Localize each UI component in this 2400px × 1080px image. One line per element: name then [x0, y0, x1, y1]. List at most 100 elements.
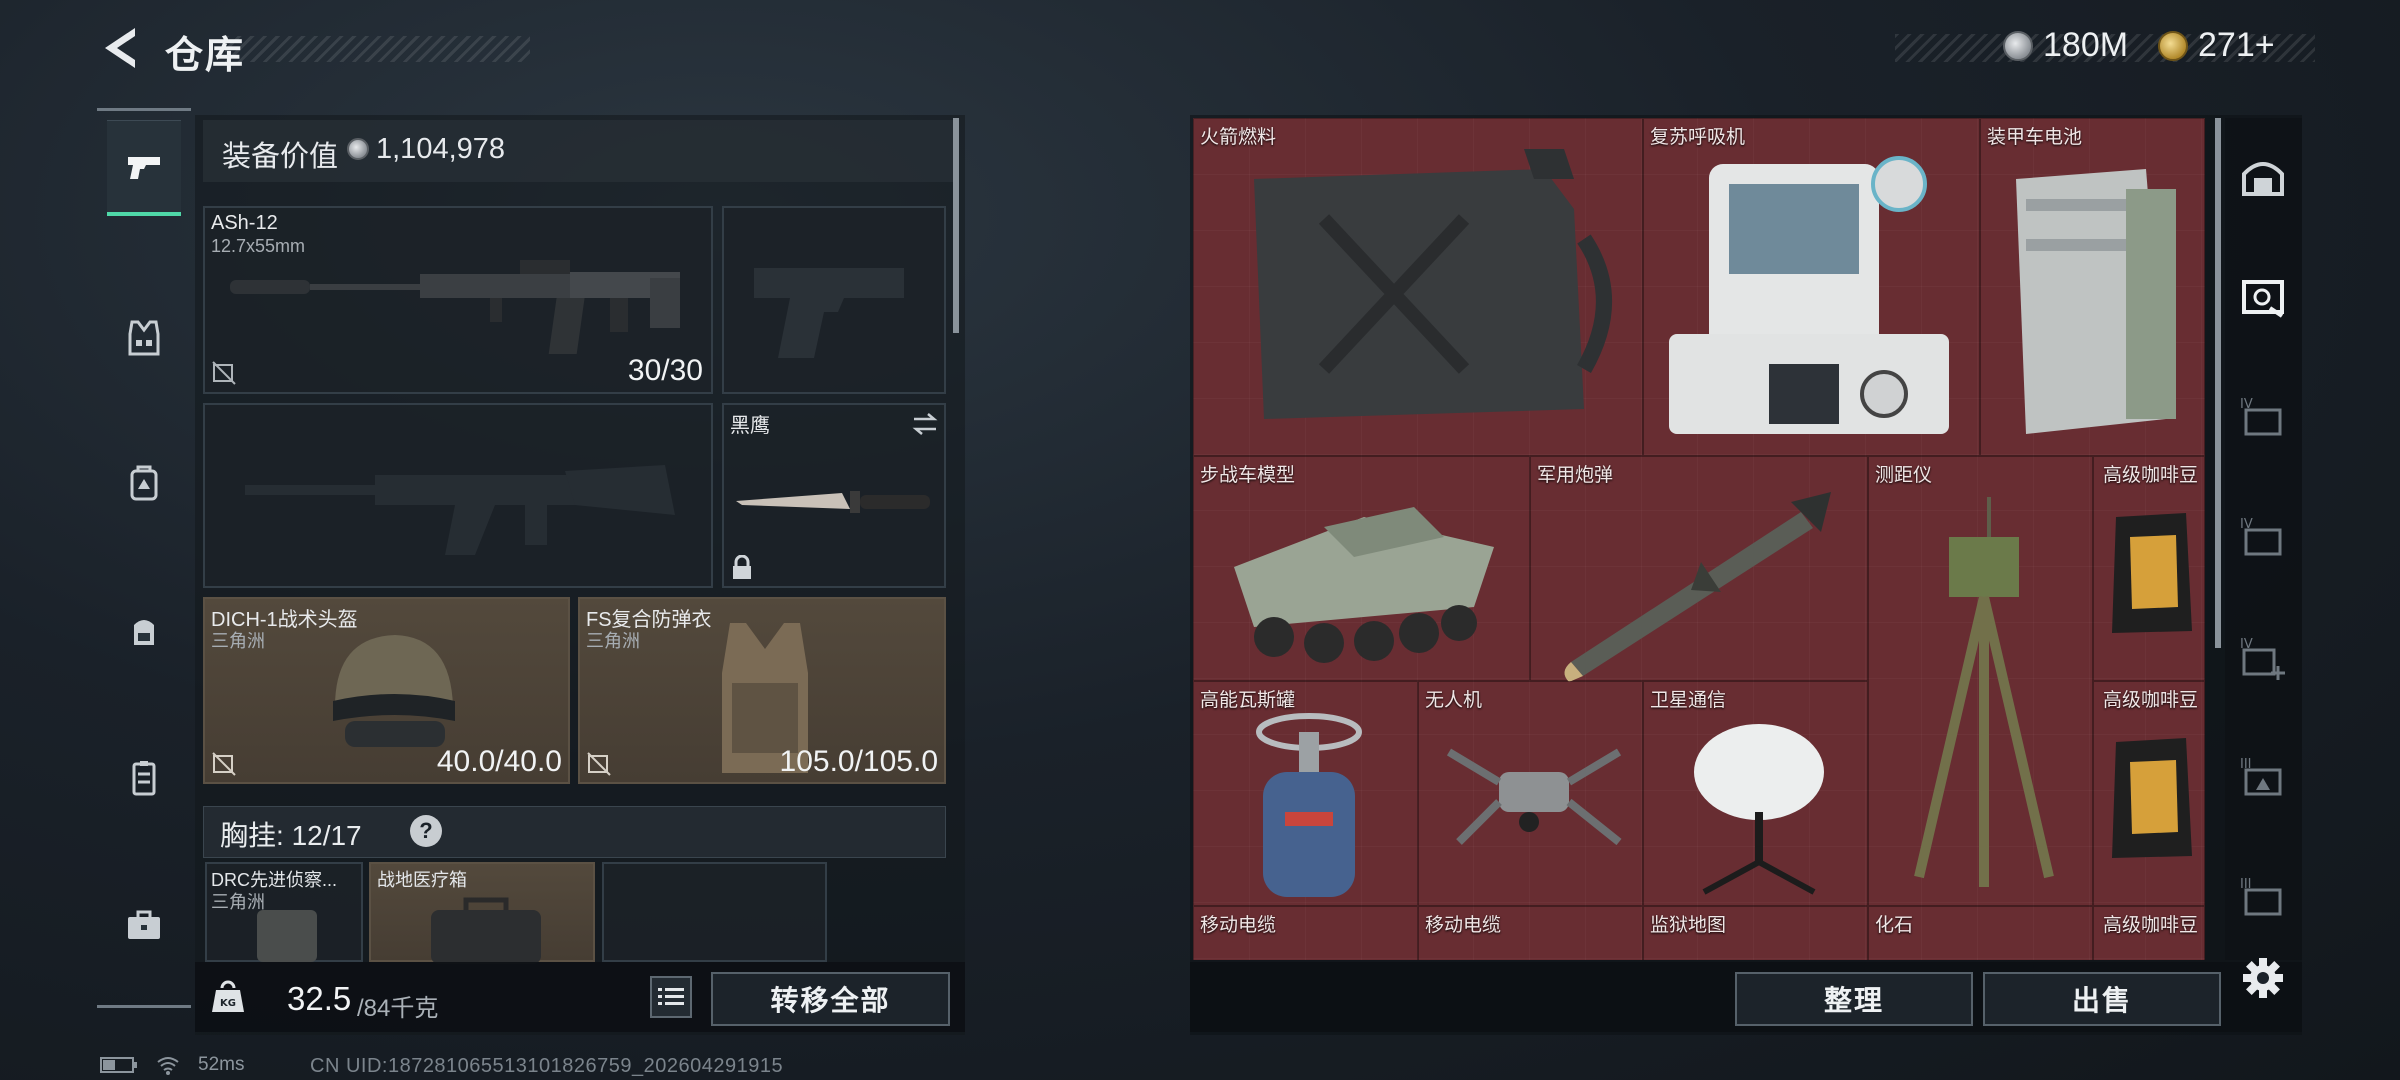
rig-empty-slot[interactable] [602, 862, 827, 962]
container-iv-icon-1: IV [2240, 397, 2282, 436]
chest-rig-label: 胸挂: 12/17 [220, 814, 362, 854]
loadout-scrollbar[interactable] [953, 118, 959, 333]
nav-weapons[interactable] [107, 120, 181, 216]
equip-value-label: 装备价值 [222, 141, 339, 173]
primary-weapon-ammo: 30/30 [627, 354, 703, 387]
gold-currency-value: 271+ [2198, 26, 2275, 64]
list-view-button[interactable] [650, 976, 692, 1018]
nav-backpack[interactable] [107, 583, 181, 679]
no-modify-icon [212, 361, 236, 385]
rangefinder-icon [1914, 497, 2054, 887]
medical-kit-icon [431, 897, 541, 964]
melee-name: 黑鹰 [730, 415, 770, 437]
silver-currency[interactable]: 180M [2003, 26, 2128, 65]
helmet-map: 三角洲 [211, 631, 265, 651]
chest-rig-capacity: 12/17 [291, 820, 362, 851]
warehouse-item[interactable]: 高级咖啡豆 [2093, 681, 2205, 906]
back-arrow-icon[interactable] [95, 22, 147, 74]
warehouse-item[interactable]: 步战车模型 [1193, 456, 1530, 681]
player-uid: CN UID:18728106551310182675​9_2026042919… [310, 1055, 784, 1077]
backpack-rig-icon [130, 465, 158, 501]
pistol-placeholder-icon [754, 268, 904, 358]
silver-coin-icon [2003, 30, 2033, 61]
warehouse-item[interactable]: 火箭燃料 [1193, 118, 1643, 456]
settings-gear-icon[interactable] [2235, 950, 2291, 1006]
title-decoration [225, 36, 530, 62]
missile-icon [1564, 492, 1831, 682]
melee-slot[interactable]: 黑鹰 [722, 403, 946, 588]
transfer-all-button[interactable]: 转移全部 [711, 972, 950, 1026]
chest-rig-title: 胸挂: [220, 820, 284, 851]
warehouse-item[interactable]: 高级咖啡豆 [2093, 456, 2205, 681]
knife-icon [736, 491, 930, 513]
container-iii-icon-1: III [2240, 757, 2282, 796]
warehouse-scrollbar[interactable] [2215, 118, 2221, 648]
nav-toolbox[interactable] [107, 877, 181, 973]
nav-safe-box[interactable] [2232, 266, 2294, 328]
rig-item-name: 战地医疗箱 [377, 870, 467, 890]
warehouse-item[interactable]: 移动电缆 [1193, 906, 1418, 960]
warehouse-item[interactable]: 高级咖啡豆 [2093, 906, 2205, 960]
warehouse-item[interactable]: 化石 [1868, 906, 2093, 960]
drone-icon [1446, 748, 1622, 846]
swap-icon[interactable] [910, 411, 940, 437]
safe-box-icon [2242, 280, 2284, 318]
primary-weapon-slot[interactable]: ASh-12 12.7x55mm 30/30 [203, 206, 713, 394]
pistol-icon [128, 156, 160, 179]
silver-currency-value: 180M [2043, 26, 2129, 64]
weight-current: 32.5 [287, 980, 352, 1017]
warehouse-item[interactable]: 军用炮弹 [1530, 456, 1868, 682]
rifle-placeholder-icon [245, 465, 675, 555]
ventilator-icon [1669, 156, 1949, 434]
warehouse-item[interactable]: 移动电缆 [1418, 906, 1643, 960]
left-nav-bottom-divider [97, 1005, 191, 1008]
battery-icon [2016, 169, 2176, 434]
nav-case[interactable] [107, 730, 181, 826]
container-iii-icon-2: III [2240, 877, 2282, 916]
lock-icon [733, 555, 751, 579]
item-name: 监狱地图 [1650, 915, 1727, 936]
rig-item-slot-1[interactable]: DRC先进侦察... 三角洲 [205, 862, 363, 962]
sort-button[interactable]: 整理 [1735, 972, 1973, 1026]
backpack-icon [134, 620, 154, 645]
armor-map: 三角洲 [586, 631, 640, 651]
secondary-weapon-slot[interactable] [722, 206, 946, 394]
nav-armor[interactable] [107, 290, 181, 386]
gold-currency[interactable]: 271+ [2158, 26, 2275, 65]
gold-coin-icon [2158, 30, 2188, 61]
sell-button[interactable]: 出售 [1983, 972, 2221, 1026]
warehouse-item[interactable]: 测距仪 [1868, 456, 2093, 906]
warehouse-item[interactable]: 无人机 [1418, 681, 1643, 906]
help-icon[interactable]: ? [410, 815, 442, 847]
warehouse-item[interactable]: 装甲车电池 [1980, 118, 2205, 456]
item-name: 测距仪 [1875, 465, 1933, 486]
ping-value: 52ms [198, 1054, 245, 1075]
jerrycan-icon [1254, 149, 1612, 419]
item-name: 装甲车电池 [1987, 127, 2083, 148]
helmet-slot[interactable]: DICH-1战术头盔 三角洲 40.0/40.0 [203, 597, 570, 784]
ifv-model-icon [1234, 507, 1494, 663]
warehouse-item[interactable]: 卫星通信 [1643, 681, 1868, 906]
status-bar: 52ms [100, 1054, 244, 1076]
item-name: 移动电缆 [1425, 915, 1502, 936]
nav-stash[interactable] [2232, 146, 2294, 208]
warehouse-item[interactable]: 高能瓦斯罐 [1193, 681, 1418, 906]
item-name: 卫星通信 [1650, 690, 1727, 711]
warehouse-item[interactable]: 复苏呼吸机 [1643, 118, 1980, 456]
nav-container-1[interactable]: IV [2232, 386, 2294, 448]
no-modify-icon [587, 752, 611, 776]
item-name: 化石 [1875, 915, 1914, 936]
tactical-rig-icon [257, 910, 317, 962]
second-primary-weapon-slot[interactable] [203, 403, 713, 588]
warehouse-item[interactable]: 监狱地图 [1643, 906, 1868, 960]
rig-item-slot-2[interactable]: 战地医疗箱 [369, 862, 595, 964]
nav-container-add[interactable]: IV [2232, 626, 2294, 688]
nav-container-3[interactable]: III [2232, 746, 2294, 808]
rifle-icon [230, 260, 680, 354]
armor-slot[interactable]: FS复合防弹衣 三角洲 105.0/105.0 [578, 597, 946, 784]
silver-coin-icon [347, 138, 369, 160]
nav-container-2[interactable]: IV [2232, 506, 2294, 568]
container-iv-add-icon: IV [2240, 637, 2285, 680]
nav-container-4[interactable]: III [2232, 866, 2294, 928]
nav-rig[interactable] [107, 435, 181, 531]
